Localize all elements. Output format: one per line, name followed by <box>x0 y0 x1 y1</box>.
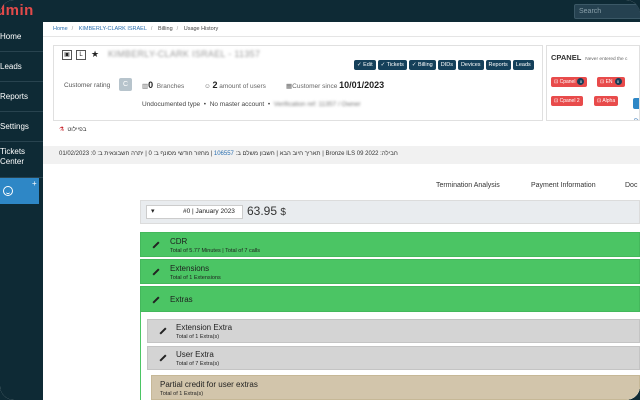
breadcrumb-current: Usage History <box>183 26 219 32</box>
group-extras[interactable]: Extras <box>140 286 640 312</box>
group-cdr[interactable]: CDR Total of 5.77 Minutes | Total of 7 c… <box>140 232 640 257</box>
customer-since: ▦Customer since 10/01/2023 <box>286 80 385 90</box>
alpha-button[interactable]: ⊡ Alpha <box>594 96 619 106</box>
reports-button[interactable]: Reports <box>485 60 511 70</box>
smiley-icon <box>3 186 13 196</box>
tickets-button[interactable]: ✓ Tickets <box>377 60 407 70</box>
dids-button[interactable]: DIDs <box>437 60 456 70</box>
pencil-icon <box>152 296 160 304</box>
breadcrumb-home[interactable]: Home <box>53 26 68 32</box>
pencil-icon <box>159 327 167 335</box>
users-stat: ☺ 2 amount of users <box>204 80 266 90</box>
group-extensions[interactable]: Extensions Total of 1 Extensions <box>140 259 640 284</box>
sidebar-item-home[interactable]: Home <box>0 22 43 52</box>
sidebar-item-tickets-center[interactable]: Tickets Center <box>0 142 43 178</box>
leads-button[interactable]: Leads <box>512 60 534 70</box>
sidebar-item-label: Tickets <box>0 147 26 156</box>
sidebar-item-leads[interactable]: Leads <box>0 52 43 82</box>
edit-button[interactable]: ✓ Edit <box>354 60 376 70</box>
breadcrumb-account[interactable]: KIMBERLY-CLARK ISRAEL <box>79 26 147 32</box>
cpanel-link[interactable]: Pa <box>634 119 639 120</box>
cpanel-extra-button[interactable] <box>633 98 639 109</box>
extra-extension[interactable]: Extension Extra Total of 1 Extra(s) <box>147 319 640 343</box>
account-meta: Undocumented type • No master account • … <box>142 101 361 108</box>
cpanel-card: CPANEL Never entered the c ⊡ Cpanel 0 ⊡ EN… <box>546 45 640 121</box>
flask-icon: ⚗ <box>59 127 65 133</box>
period-total: 63.95 $ <box>247 204 286 218</box>
tab-termination-analysis[interactable]: Termination Analysis <box>436 182 500 189</box>
sidebar-item-reports[interactable]: Reports <box>0 82 43 112</box>
document-icon[interactable]: ▣ <box>62 50 72 60</box>
top-bar: dmin Search <box>0 0 640 22</box>
cpanel2-button[interactable]: ⊡ Cpanel 2 <box>551 96 583 106</box>
app-logo: dmin <box>0 2 34 19</box>
cpanel-button[interactable]: ⊡ Cpanel 0 <box>551 77 588 87</box>
pilot-flag: ⚗ בפיילוט <box>59 127 87 133</box>
pencil-icon <box>152 241 160 249</box>
account-name: KIMBERLY-CLARK ISRAEL - 11357 <box>108 49 261 59</box>
history-icon[interactable]: L <box>76 50 86 60</box>
cpanel-title: CPANEL Never entered the c <box>551 53 628 62</box>
period-bar: #0 | January 2023 63.95 $ <box>140 200 640 224</box>
breadcrumb-billing[interactable]: Billing <box>158 26 173 32</box>
branches-stat: ▥0 Branches <box>142 80 185 90</box>
plus-icon[interactable]: + <box>32 179 37 188</box>
sidebar-item-label: Center <box>0 157 25 166</box>
period-select[interactable]: #0 | January 2023 <box>146 205 243 219</box>
rating-label: Customer rating <box>64 82 111 89</box>
users-icon: ☺ <box>204 83 211 90</box>
sidebar-item-feedback[interactable]: + <box>0 178 39 204</box>
paying-account-link[interactable]: 106557 <box>214 151 234 157</box>
sidebar: Home Leads Reports Settings Tickets Cent… <box>0 22 43 400</box>
rating-badge: C <box>119 78 132 91</box>
tab-documents[interactable]: Doc <box>625 182 637 189</box>
search-input[interactable]: Search <box>574 4 640 19</box>
star-icon[interactable]: ★ <box>90 50 100 60</box>
billing-button[interactable]: ✓ Billing <box>408 60 436 70</box>
pencil-icon <box>159 354 167 362</box>
extra-partial-credit[interactable]: Partial credit for user extras Total of … <box>151 375 640 400</box>
app-window: dmin Search Home Leads Reports Settings … <box>0 0 640 400</box>
account-card: ▣ L ★ KIMBERLY-CLARK ISRAEL - 11357 ✓ Ed… <box>53 45 543 121</box>
tab-payment-information[interactable]: Payment Information <box>531 182 596 189</box>
extra-user[interactable]: User Extra Total of 7 Extra(s) <box>147 346 640 370</box>
billing-info-bar: 01/02/2023 :תאריך חיוב הבא | חשבון משלם … <box>43 146 640 164</box>
devices-button[interactable]: Devices <box>457 60 484 70</box>
account-actions: ✓ Edit ✓ Tickets ✓ Billing DIDs Devices Repor… <box>354 53 536 70</box>
cpanel-en-button[interactable]: ⊡ EN 0 <box>597 77 625 87</box>
divider <box>43 36 640 37</box>
main-content: Home / KIMBERLY-CLARK ISRAEL / Billing / Us… <box>43 22 640 400</box>
breadcrumb: Home / KIMBERLY-CLARK ISRAEL / Billing / Us… <box>53 26 219 32</box>
sidebar-item-settings[interactable]: Settings <box>0 112 43 142</box>
pencil-icon <box>152 268 160 276</box>
